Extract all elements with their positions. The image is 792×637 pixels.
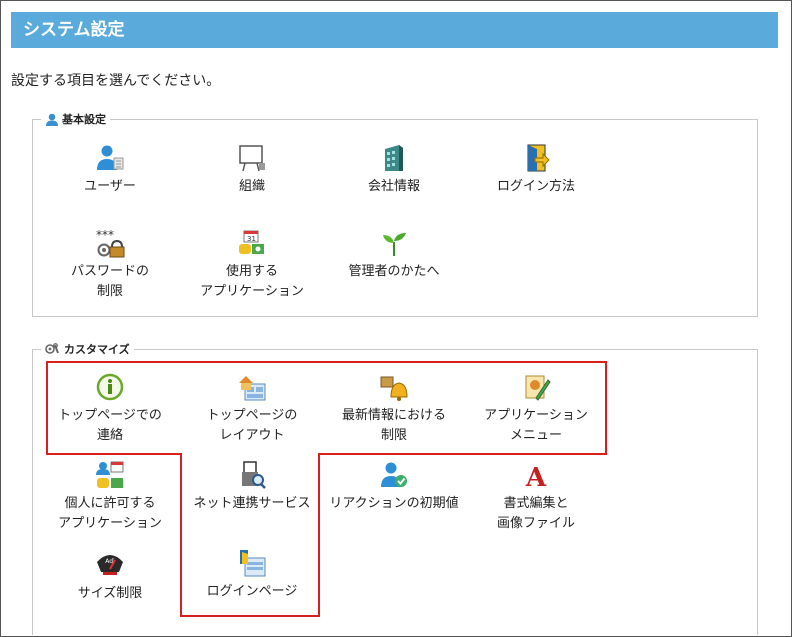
item-personal-apps-label: 個人に許可する アプリケーション — [58, 496, 162, 531]
item-format-image-files[interactable]: A 書式編集と 画像ファイル — [466, 460, 606, 534]
item-users-label: ユーザー — [84, 179, 136, 194]
door-enter-icon — [527, 144, 550, 172]
instruction-text: 設定する項目を選んでください。 — [11, 73, 221, 89]
item-personal-apps[interactable]: 個人に許可する アプリケーション — [40, 460, 180, 534]
user-apps-icon — [96, 461, 124, 488]
customize-legend: カスタマイズ — [41, 341, 134, 357]
org-board-icon — [239, 145, 265, 172]
page-title: システム設定 — [23, 20, 125, 40]
sprout-icon — [383, 233, 406, 256]
item-size-restrictions[interactable]: Adj サイズ制限 — [40, 550, 180, 604]
item-password-restrictions-label: パスワードの 制限 — [70, 264, 149, 299]
item-login-page-label: ログインページ — [206, 584, 298, 599]
basic-settings-legend: 基本設定 — [41, 111, 110, 127]
item-login-method[interactable]: ログイン方法 — [466, 143, 606, 197]
building-icon — [385, 145, 403, 171]
gear-wrench-icon — [45, 343, 59, 354]
font-letter: A — [525, 463, 547, 490]
item-latest-info-restrictions[interactable]: 最新情報における 制限 — [324, 372, 464, 446]
basic-settings-legend-label: 基本設定 — [62, 113, 106, 126]
item-reaction-defaults[interactable]: リアクションの初期値 — [324, 460, 464, 514]
font-letter-icon: A — [525, 463, 547, 490]
item-organization-label: 組織 — [238, 179, 265, 194]
apps-icon: 31 — [239, 230, 264, 254]
login-page-icon — [240, 550, 266, 577]
calendar-number: 31 — [247, 235, 256, 243]
item-login-page[interactable]: ログインページ — [182, 548, 322, 602]
password-lock-icon: *** — [96, 228, 125, 258]
page-title-bar: システム設定 — [11, 12, 778, 48]
item-net-services-label: ネット連携サービス — [193, 496, 311, 511]
item-company-info-label: 会社情報 — [367, 179, 420, 194]
item-format-image-files-label: 書式編集と 画像ファイル — [496, 496, 575, 531]
item-top-page-notice[interactable]: トップページでの 連絡 — [40, 372, 180, 446]
item-top-page-layout-label: トップページの レイアウト — [206, 408, 298, 443]
item-apps-in-use-label: 使用する アプリケーション — [200, 264, 304, 299]
net-service-search-icon — [242, 461, 266, 489]
user-icon — [97, 145, 124, 170]
user-check-icon — [381, 462, 407, 487]
customize-legend-label: カスタマイズ — [64, 343, 130, 356]
item-net-services[interactable]: ネット連携サービス — [182, 460, 322, 514]
item-top-page-layout[interactable]: トップページの レイアウト — [182, 372, 322, 446]
item-login-method-label: ログイン方法 — [496, 179, 575, 194]
item-password-restrictions[interactable]: *** パスワードの 制限 — [40, 228, 180, 302]
item-apps-in-use[interactable]: 31 使用する アプリケーション — [182, 228, 322, 302]
item-application-menu[interactable]: アプリケーション メニュー — [466, 372, 606, 446]
item-reaction-defaults-label: リアクションの初期値 — [329, 496, 459, 511]
item-users[interactable]: ユーザー — [40, 143, 180, 197]
item-top-page-notice-label: トップページでの 連絡 — [58, 408, 162, 443]
item-size-restrictions-label: サイズ制限 — [77, 586, 143, 601]
item-company-info[interactable]: 会社情報 — [324, 143, 464, 197]
item-for-administrators-label: 管理者のかたへ — [348, 264, 440, 279]
item-for-administrators[interactable]: 管理者のかたへ — [324, 228, 464, 282]
item-application-menu-label: アプリケーション メニュー — [484, 408, 588, 443]
home-layout-icon — [239, 376, 266, 401]
item-latest-info-restrictions-label: 最新情報における 制限 — [341, 408, 446, 443]
app-menu-edit-icon — [525, 375, 551, 401]
user-small-icon — [46, 113, 58, 126]
password-stars: *** — [96, 228, 114, 242]
bell-notification-icon — [380, 376, 408, 401]
gauge-icon: Adj — [97, 555, 123, 575]
info-icon — [96, 373, 124, 401]
item-organization[interactable]: 組織 — [182, 143, 322, 197]
